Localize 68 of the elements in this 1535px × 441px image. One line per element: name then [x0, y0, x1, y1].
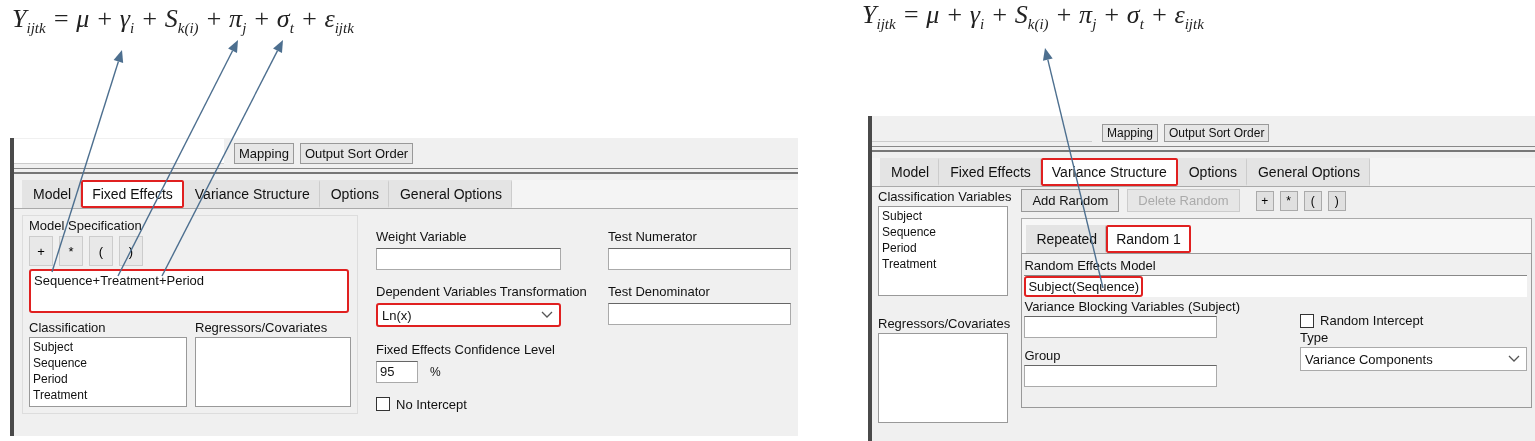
- list-box[interactable]: Subject Sequence Period Treatment: [29, 337, 187, 407]
- list-item[interactable]: Period: [33, 371, 183, 387]
- formula: Y$_{ijtk}$ = μ + γ$_{i}$ + S$_{k(i)}$ + π$_{j}$ + σ$_{t}$ + ε$_{ijtk}$: [862, 0, 1204, 34]
- caret-icon: [541, 311, 553, 320]
- operator-button[interactable]: *: [59, 236, 83, 266]
- text-field[interactable]: [14, 139, 224, 164]
- unit-label: %: [430, 364, 441, 379]
- toolbar-button[interactable]: Output Sort Order: [299, 143, 414, 164]
- operator-button[interactable]: *: [1279, 190, 1298, 211]
- operator-button[interactable]: +: [1255, 190, 1274, 211]
- input-field[interactable]: Sequence+Treatment+Period: [29, 269, 349, 313]
- formula: Y$_{ijtk}$ = μ + γ$_{i}$ + S$_{k(i)}$ + π$_{j}$ + σ$_{t}$ + ε$_{ijtk}$: [12, 4, 354, 38]
- list-item[interactable]: Period: [882, 240, 1004, 256]
- tab[interactable]: Model: [22, 180, 82, 208]
- checkbox[interactable]: [1300, 313, 1314, 328]
- tab[interactable]: Repeated: [1026, 225, 1107, 253]
- tab[interactable]: Random 1: [1106, 225, 1191, 253]
- list-item[interactable]: Treatment: [882, 256, 1004, 272]
- list-item[interactable]: Sequence: [33, 355, 183, 371]
- dropdown-value: Ln(x): [382, 307, 412, 323]
- input-field[interactable]: [608, 303, 791, 326]
- list-box[interactable]: Subject Sequence Period Treatment: [878, 206, 1008, 296]
- input-field[interactable]: [608, 248, 791, 270]
- toolbar-button[interactable]: Mapping: [234, 143, 294, 164]
- input-field[interactable]: 95: [376, 360, 418, 383]
- toolbar-button[interactable]: Mapping: [1102, 124, 1159, 142]
- tab[interactable]: Fixed Effects: [939, 158, 1041, 186]
- operator-button[interactable]: (: [89, 236, 113, 266]
- field-label: Type: [1300, 330, 1330, 345]
- input-field[interactable]: [1024, 316, 1218, 338]
- dropdown-value: Variance Components: [1305, 351, 1433, 367]
- list-item[interactable]: Subject: [33, 339, 183, 355]
- field-label: Fixed Effects Confidence Level: [376, 341, 556, 357]
- list-box[interactable]: [195, 337, 351, 407]
- list-label: Regressors/Covariates: [195, 320, 329, 335]
- list-item[interactable]: Treatment: [33, 387, 183, 403]
- list-item[interactable]: Sequence: [882, 224, 1004, 240]
- caret-icon: [1508, 355, 1520, 363]
- tab[interactable]: Model: [880, 158, 940, 186]
- list-label: Classification: [29, 320, 107, 335]
- field-label: Random Effects Model: [1024, 258, 1157, 273]
- checkbox[interactable]: [376, 397, 390, 412]
- input-field[interactable]: Subject(Sequence): [1024, 276, 1143, 297]
- checkbox-label: No Intercept: [396, 396, 467, 412]
- field-label: Test Numerator: [608, 229, 698, 244]
- field-label: Group: [1024, 348, 1062, 363]
- checkbox-label: Random Intercept: [1320, 313, 1424, 328]
- operator-button[interactable]: ): [1327, 190, 1346, 211]
- group-title: Model Specification: [29, 218, 143, 233]
- operator-button[interactable]: +: [29, 236, 53, 266]
- tab[interactable]: General Options: [388, 180, 512, 208]
- field-label: Test Denominator: [608, 284, 711, 300]
- tab[interactable]: General Options: [1246, 158, 1370, 186]
- input-field[interactable]: [376, 248, 561, 270]
- input-field[interactable]: [1024, 365, 1218, 387]
- dropdown[interactable]: Variance Components: [1300, 347, 1527, 371]
- list-label: Classification Variables: [878, 189, 1012, 204]
- operator-button[interactable]: (: [1303, 190, 1322, 211]
- field-label: Dependent Variables Transformation: [376, 284, 588, 300]
- list-box[interactable]: [878, 333, 1008, 423]
- list-item[interactable]: Subject: [882, 208, 1004, 224]
- dropdown[interactable]: Ln(x): [376, 303, 561, 328]
- tab[interactable]: Options: [1177, 158, 1247, 186]
- list-label: Regressors/Covariates: [878, 316, 1012, 331]
- toolbar-button[interactable]: Output Sort Order: [1164, 124, 1270, 142]
- field-label: Weight Variable: [376, 229, 468, 244]
- tab[interactable]: Options: [319, 180, 389, 208]
- field-label: Variance Blocking Variables (Subject): [1024, 299, 1240, 314]
